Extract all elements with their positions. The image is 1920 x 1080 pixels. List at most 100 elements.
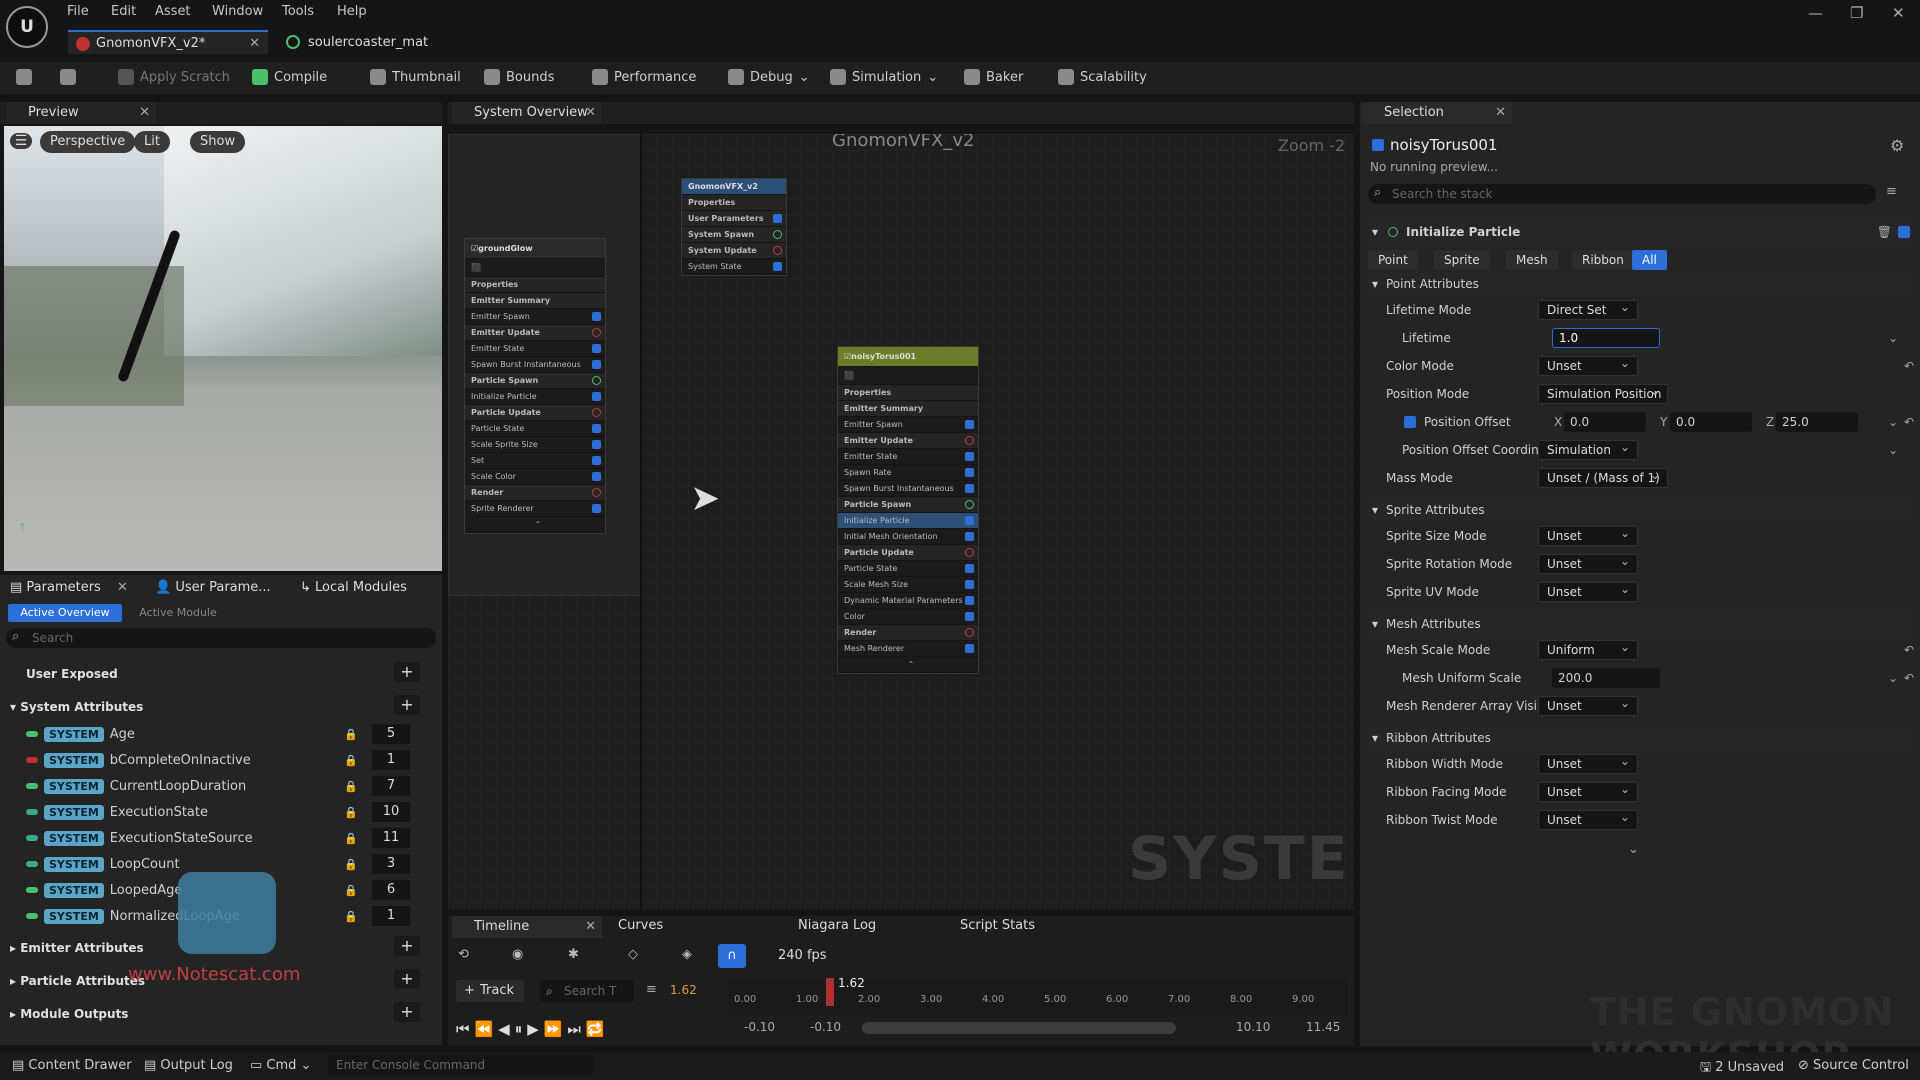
ribbon-width-mode-dropdown[interactable]: Unset [1538, 752, 1638, 774]
close-window-icon[interactable]: ✕ [1892, 4, 1905, 22]
module-outputs-heading[interactable]: ▸ Module Outputs [10, 1007, 128, 1021]
filter-tab-sprite[interactable]: Sprite [1434, 250, 1490, 270]
groundglow-stack-row[interactable]: Spawn Burst Instantaneous [465, 357, 605, 373]
show-button[interactable]: Show [190, 131, 246, 153]
module-header[interactable]: ▾ Initialize Particle 🗑 [1364, 220, 1916, 244]
position-mode-dropdown[interactable]: Simulation Position [1538, 382, 1668, 404]
noisytorus-enable-toggle[interactable] [965, 564, 974, 573]
transport-controls[interactable]: ⏮⏪◀⏸▶⏩⏭🔁 [456, 1020, 716, 1038]
position-offset-expand-icon[interactable]: ⌄ [1888, 415, 1898, 429]
groundglow-enable-toggle[interactable] [592, 440, 601, 449]
noisytorus-enable-toggle[interactable] [965, 452, 974, 461]
key-icon[interactable]: ◇ [628, 947, 638, 962]
add-particle-attribute-button[interactable]: + [394, 969, 420, 989]
noisytorus-node[interactable]: ☑ noisyTorus001 ⬛ Properties Emitter Summar… [837, 346, 979, 674]
noisytorus-enable-toggle[interactable] [965, 468, 974, 477]
menu-tools[interactable]: Tools [282, 4, 314, 19]
system-node-stack-row[interactable]: System Update [682, 243, 786, 259]
overview-graph[interactable]: GnomonVFX_v2 Zoom -2 SYSTEM GnomonVFX_v2… [448, 134, 1354, 910]
groundglow-enable-toggle[interactable] [592, 360, 601, 369]
track-search-input[interactable]: ⌕ Search T [540, 980, 634, 1002]
position-offset-y-input[interactable]: 0.0 [1670, 412, 1752, 432]
groundglow-node[interactable]: ☑ groundGlow ⬛ Properties Emitter Summary Em… [464, 238, 606, 534]
position-offset-coord-expand-icon[interactable]: ⌄ [1888, 443, 1898, 457]
module-collapse-icon[interactable]: ▾ [1372, 225, 1378, 239]
mesh-renderer-array-dropdown[interactable]: Unset [1538, 694, 1638, 716]
tab-curves[interactable]: Curves [618, 918, 663, 933]
performance-button[interactable]: Performance [592, 69, 696, 85]
noisytorus-enable-toggle[interactable] [965, 548, 974, 557]
content-drawer-button[interactable]: ▤ Content Drawer [12, 1058, 132, 1073]
noisytorus-stack-row[interactable]: Particle Update [838, 545, 978, 561]
tab-script-stats[interactable]: Script Stats [960, 918, 1035, 933]
sprite-rotation-mode-dropdown[interactable]: Unset [1538, 552, 1638, 574]
restore-icon[interactable]: ❐ [1850, 4, 1863, 22]
lifetime-expand-icon[interactable]: ⌄ [1888, 331, 1898, 345]
menu-asset[interactable]: Asset [155, 4, 191, 19]
auto-key-icon[interactable]: ✱ [568, 947, 579, 962]
mesh-uniform-scale-expand-icon[interactable]: ⌄ [1888, 671, 1898, 685]
bounds-button[interactable]: Bounds [484, 69, 554, 85]
playhead[interactable] [826, 978, 834, 1006]
filter-tab-all[interactable]: All [1632, 250, 1667, 270]
apply-scratch-button[interactable]: Apply Scratch [118, 69, 230, 85]
emitter-attributes-heading[interactable]: ▸ Emitter Attributes [10, 941, 144, 955]
noisytorus-stack-row[interactable]: Initialize Particle [838, 513, 978, 529]
groundglow-enable-toggle[interactable] [592, 392, 601, 401]
system-attribute-row[interactable]: SYSTEM bCompleteOnInactive 🔒 1 [26, 748, 424, 772]
groundglow-enable-toggle[interactable] [592, 488, 601, 497]
settings-gear-icon[interactable]: ⚙ [1890, 136, 1904, 155]
minimize-icon[interactable]: — [1808, 4, 1823, 22]
color-mode-dropdown[interactable]: Unset [1538, 354, 1638, 376]
groundglow-stack-row[interactable]: Emitter State [465, 341, 605, 357]
noisytorus-stack-row[interactable]: Emitter State [838, 449, 978, 465]
groundglow-collapse-chevron-icon[interactable]: ⌃ [465, 517, 605, 533]
add-track-button[interactable]: + Track [456, 980, 524, 1002]
viewport-menu-icon[interactable]: ☰ [10, 133, 32, 149]
menu-file[interactable]: File [67, 4, 89, 19]
noisytorus-stack-row[interactable]: Dynamic Material Parameters [838, 593, 978, 609]
noisytorus-stack-row[interactable]: Emitter Summary [838, 401, 978, 417]
sprite-attributes-section[interactable]: ▾ Sprite Attributes [1364, 498, 1916, 522]
system-attribute-row[interactable]: SYSTEM ExecutionState 🔒 10 [26, 800, 424, 824]
save-icon[interactable] [16, 69, 32, 85]
lifetime-input[interactable]: 1.0 [1552, 328, 1660, 348]
system-node[interactable]: GnomonVFX_v2 Properties User Parameters Sys… [681, 178, 787, 276]
noisytorus-collapse-chevron-icon[interactable]: ⌃ [838, 657, 978, 673]
groundglow-enable-toggle[interactable] [592, 408, 601, 417]
mesh-scale-mode-reset-icon[interactable]: ↶ [1904, 643, 1914, 657]
browse-icon[interactable] [60, 69, 76, 85]
groundglow-stack-row[interactable]: Emitter Spawn [465, 309, 605, 325]
ribbon-facing-mode-dropdown[interactable]: Unset [1538, 780, 1638, 802]
tab-soulercoaster[interactable]: soulercoaster_mat [280, 30, 480, 54]
filter-tab-point[interactable]: Point [1368, 250, 1418, 270]
system-node-enable-toggle[interactable] [773, 214, 782, 223]
noisytorus-enable-toggle[interactable] [965, 484, 974, 493]
tab-niagara-log[interactable]: Niagara Log [798, 918, 876, 933]
preview-viewport[interactable]: ↑ [4, 126, 442, 571]
add-module-output-button[interactable]: + [394, 1002, 420, 1022]
noisytorus-stack-row[interactable]: Emitter Spawn [838, 417, 978, 433]
time-ruler[interactable]: 0.00 1.00 2.00 3.00 4.00 5.00 6.00 7.00 8.00 9.00 [728, 978, 1348, 1016]
noisytorus-enable-toggle[interactable] [965, 644, 974, 653]
groundglow-stack-row[interactable]: Particle Update [465, 405, 605, 421]
noisytorus-stack-row[interactable]: Mesh Renderer [838, 641, 978, 657]
menu-help[interactable]: Help [337, 4, 367, 19]
groundglow-stack-row[interactable]: Render [465, 485, 605, 501]
source-control-button[interactable]: ⊘ Source Control [1798, 1058, 1909, 1073]
mesh-attributes-section[interactable]: ▾ Mesh Attributes [1364, 612, 1916, 636]
noisytorus-enable-toggle[interactable] [965, 612, 974, 621]
noisytorus-stack-row[interactable]: Spawn Rate [838, 465, 978, 481]
groundglow-enable-toggle[interactable] [592, 376, 601, 385]
emitter-enable-checkbox[interactable] [1372, 139, 1384, 151]
active-overview-button[interactable]: Active Overview [8, 604, 122, 622]
system-node-enable-toggle[interactable] [773, 246, 782, 255]
transform-tool-icon[interactable]: ⟲ [458, 947, 469, 962]
groundglow-enable-toggle[interactable] [592, 424, 601, 433]
thumbnail-button[interactable]: Thumbnail [370, 69, 461, 85]
tab-preview[interactable]: Preview ✕ [6, 102, 156, 124]
noisytorus-enable-toggle[interactable] [965, 580, 974, 589]
tab-parameters[interactable]: ▤ Parameters ✕ [10, 580, 130, 595]
noisytorus-stack-row[interactable]: Initial Mesh Orientation [838, 529, 978, 545]
tab-user-parameters[interactable]: 👤 User Parame... [155, 580, 271, 595]
